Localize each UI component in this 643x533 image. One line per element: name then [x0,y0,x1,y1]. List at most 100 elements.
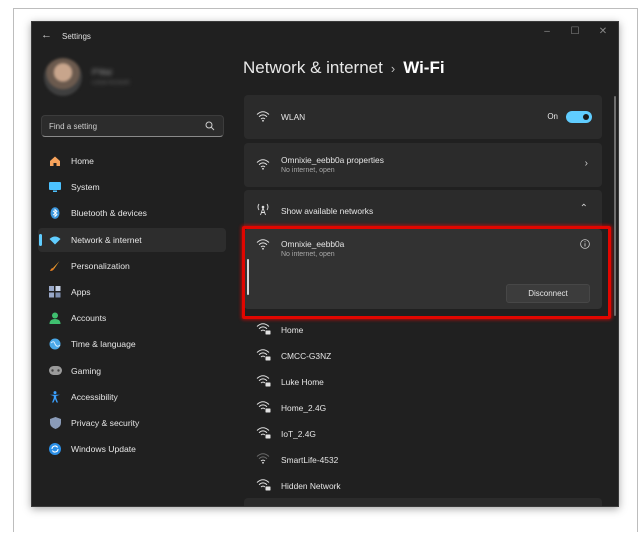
highlight-box [242,226,611,319]
network-ssid: IoT_2.4G [281,429,316,439]
sidebar-item-network[interactable]: Network & internet [38,227,226,252]
sidebar-item-apps[interactable]: Apps [38,280,226,304]
wlan-label: WLAN [281,112,306,122]
secured-wifi-icon [256,375,271,387]
sidebar-item-accessibility[interactable]: Accessibility [38,385,226,409]
update-icon [48,442,62,456]
sidebar-item-label: Time & language [71,339,136,350]
secured-wifi-icon [256,323,271,335]
sidebar-item-bluetooth[interactable]: Bluetooth & devices [38,201,226,225]
sidebar-item-privacy[interactable]: Privacy & security [38,411,226,435]
bluetooth-icon [48,206,62,220]
secured-wifi-icon [256,427,271,439]
sidebar-item-personalization[interactable]: Personalization [38,254,226,278]
network-item[interactable]: CMCC-G3NZ [244,342,602,368]
next-card-edge [244,498,602,506]
close-button[interactable]: ✕ [596,26,610,37]
network-ssid: Hidden Network [281,481,341,491]
network-item[interactable]: Hidden Network [244,472,602,498]
secured-wifi-icon [256,401,271,413]
sidebar-item-home[interactable]: Home [38,149,226,173]
sidebar-item-accounts[interactable]: Accounts [38,306,226,330]
screenshot-border-top [13,8,638,9]
network-item[interactable]: Home [244,316,602,342]
properties-title: Omnixie_eebb0a properties [281,155,384,165]
available-networks-list: Home CMCC-G3NZ Luke Home Home_2.4G IoT_2… [244,316,602,498]
network-ssid: CMCC-G3NZ [281,351,332,361]
back-arrow-icon[interactable]: ← [41,29,52,41]
system-icon [48,180,62,194]
network-item[interactable]: IoT_2.4G [244,420,602,446]
secured-wifi-icon [256,479,271,491]
window-title: Settings [62,32,91,41]
scrollbar[interactable] [614,96,616,316]
screenshot-border-right [637,8,638,532]
sidebar-item-label: System [71,182,100,193]
wlan-toggle-card[interactable]: WLAN On [244,95,602,139]
sidebar-item-windows-update[interactable]: Windows Update [38,437,226,461]
wlan-toggle[interactable] [566,111,592,123]
wifi-weak-icon [256,453,270,464]
brush-icon [48,259,62,273]
network-item[interactable]: SmartLife-4532 [244,446,602,472]
time-language-icon [48,337,62,351]
accounts-icon [48,311,62,325]
properties-subtitle: No internet, open [281,167,335,174]
screenshot-border-left [13,8,14,532]
show-available-networks-label: Show available networks [281,206,374,216]
minimize-button[interactable]: – [540,26,554,37]
avatar [44,58,82,96]
window-controls: – ☐ ✕ [540,26,610,37]
sidebar-item-label: Accounts [71,313,107,324]
antenna-icon [257,203,269,216]
network-ssid: Luke Home [281,377,324,387]
chevron-up-icon[interactable]: ⌃ [580,203,588,214]
sidebar-item-label: Bluetooth & devices [71,208,147,219]
search-input[interactable]: Find a setting [49,122,97,131]
sidebar-item-label: Windows Update [71,444,136,455]
secured-wifi-icon [256,349,271,361]
settings-window: ← Settings – ☐ ✕ P'Mal Local Account Fin… [31,21,619,507]
network-ssid: SmartLife-4532 [281,455,339,465]
wlan-state-label: On [547,112,558,121]
page-title: Wi-Fi [403,58,445,77]
profile-name: P'Mal [92,68,112,77]
network-item[interactable]: Luke Home [244,368,602,394]
show-available-networks-card[interactable]: Show available networks ⌃ [244,190,602,228]
sidebar-item-label: Personalization [71,260,130,271]
search-icon [205,121,215,131]
network-icon [48,233,62,247]
sidebar-item-label: Home [71,156,94,166]
network-ssid: Home_2.4G [281,403,327,413]
active-indicator [39,233,42,246]
network-properties-card[interactable]: Omnixie_eebb0a properties No internet, o… [244,143,602,187]
user-profile[interactable]: P'Mal Local Account [44,58,214,96]
sidebar-item-label: Privacy & security [71,417,140,428]
sidebar-nav: Home System Bluetooth & devices Network … [38,149,226,463]
apps-icon [48,285,62,299]
sidebar-item-system[interactable]: System [38,175,226,199]
sidebar-item-gaming[interactable]: Gaming [38,359,226,383]
accessibility-icon [48,390,62,404]
sidebar-item-label: Network & internet [71,234,142,245]
breadcrumb-separator: › [390,61,396,76]
sidebar-item-time-language[interactable]: Time & language [38,332,226,356]
network-ssid: Home [281,325,304,335]
title-bar: ← Settings – ☐ ✕ [32,22,618,52]
home-icon [48,154,62,168]
gaming-icon [48,364,62,378]
breadcrumb: Network & internet › Wi-Fi [243,58,445,78]
search-box[interactable]: Find a setting [41,115,224,137]
wifi-icon [256,111,270,122]
sidebar-item-label: Gaming [71,365,102,376]
shield-icon [48,416,62,430]
network-item[interactable]: Home_2.4G [244,394,602,420]
profile-subtitle: Local Account [92,80,130,86]
sidebar-item-label: Apps [71,286,91,297]
maximize-button[interactable]: ☐ [568,26,582,37]
sidebar-item-label: Accessibility [71,391,118,402]
toggle-knob [583,114,589,120]
chevron-right-icon: › [584,158,588,169]
breadcrumb-parent[interactable]: Network & internet [243,58,383,77]
wifi-icon [256,159,270,170]
